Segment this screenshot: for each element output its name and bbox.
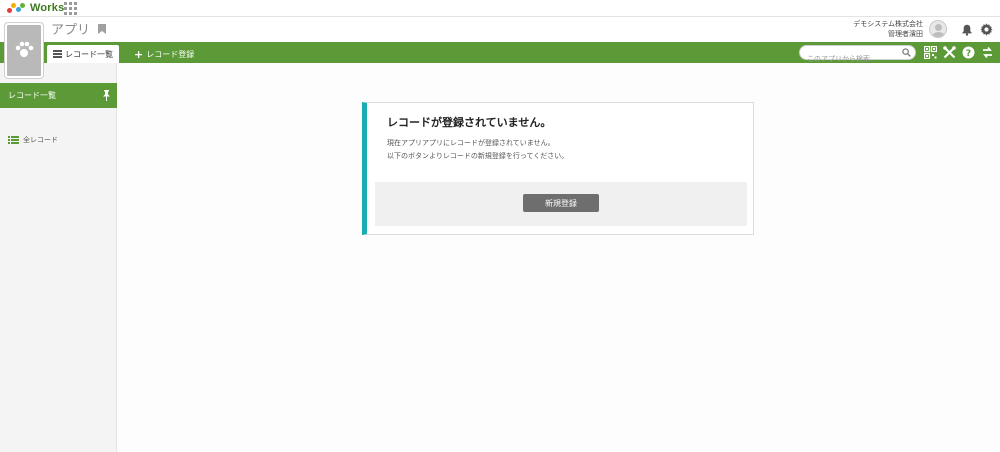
sidebar-heading-label: レコード一覧 [8, 91, 56, 100]
gear-icon[interactable] [980, 23, 993, 36]
empty-state-card: レコードが登録されていません。 現在アプリアプリにレコードが登録されていません。… [362, 102, 754, 235]
tab-add-record[interactable]: + レコード登録 [128, 45, 200, 63]
works-logo-mark [7, 2, 27, 14]
top-bar: Works [0, 0, 1000, 17]
app-title: アプリ [51, 22, 91, 37]
app-header: アプリ デモシステム株式会社 管理者濱田 [0, 18, 1000, 78]
works-logo[interactable]: Works [7, 1, 64, 15]
tab-add-record-label: レコード登録 [146, 49, 195, 59]
list-icon [8, 136, 19, 144]
new-record-button[interactable]: 新規登録 [523, 194, 599, 212]
avatar[interactable] [929, 20, 947, 38]
empty-state-actions: 新規登録 [375, 182, 747, 226]
sidebar-item-all-records[interactable]: 全レコード [8, 135, 58, 145]
user-company: デモシステム株式会社 [853, 20, 923, 28]
empty-state-message-line2: 以下のボタンよりレコードの新規登録を行ってください。 [387, 152, 569, 160]
switch-icon[interactable] [981, 46, 994, 59]
tab-record-list[interactable]: レコード一覧 [47, 45, 119, 63]
user-name: 管理者濱田 [888, 30, 923, 38]
qr-icon[interactable] [924, 46, 937, 59]
sidebar-item-label: 全レコード [23, 136, 58, 144]
empty-state-message-line1: 現在アプリアプリにレコードが登録されていません。 [387, 139, 555, 147]
bell-icon[interactable] [961, 24, 973, 36]
works-logo-text: Works [30, 2, 65, 14]
app-navbar: レコード一覧 + レコード登録 ? [0, 42, 1000, 66]
pin-icon[interactable] [102, 90, 111, 101]
svg-text:?: ? [966, 49, 971, 59]
tools-icon[interactable] [943, 46, 956, 59]
tab-record-list-label: レコード一覧 [65, 49, 113, 59]
search-box [799, 45, 916, 66]
sidebar-heading: レコード一覧 [0, 83, 117, 108]
plus-icon: + [134, 47, 144, 61]
app-placeholder-icon [15, 41, 34, 57]
help-icon[interactable]: ? [962, 46, 975, 59]
sidebar: レコード一覧 全レコード [0, 63, 117, 452]
empty-state-title: レコードが登録されていません。 [387, 116, 552, 129]
main-content: レコードが登録されていません。 現在アプリアプリにレコードが登録されていません。… [117, 63, 1000, 452]
search-icon[interactable] [902, 48, 911, 57]
list-icon [53, 50, 62, 58]
apps-grid-icon[interactable] [64, 2, 77, 15]
app-icon [5, 23, 43, 78]
bookmark-icon[interactable] [98, 24, 106, 34]
